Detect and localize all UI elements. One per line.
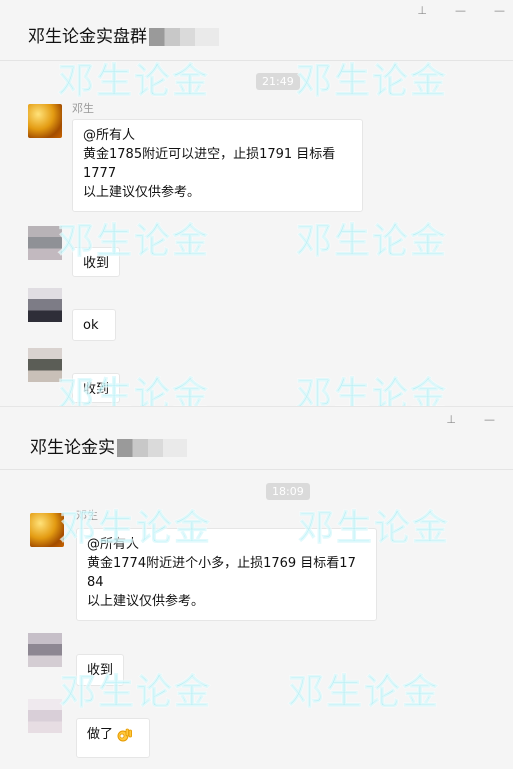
message-bubble[interactable]: 做了 bbox=[76, 718, 150, 758]
chat-title-text: 邓生论金实 bbox=[30, 438, 115, 458]
sender-name: 邓生 bbox=[72, 102, 94, 115]
message-bubble[interactable]: @所有人 黄金1785附近可以进空，止损1791 目标看 1777 以上建议仅供… bbox=[72, 119, 363, 212]
pin-icon[interactable]: ⊥ bbox=[446, 413, 456, 426]
message-text: 收到 bbox=[83, 256, 110, 271]
watermark: 邓生论金 bbox=[287, 672, 441, 714]
blurred-title-area bbox=[117, 439, 187, 457]
chat-header: 邓生论金实 ⊥ — bbox=[0, 407, 513, 470]
timestamp: 21:49 bbox=[256, 73, 300, 90]
avatar-blurred[interactable] bbox=[28, 633, 62, 667]
avatar-blurred[interactable] bbox=[28, 699, 62, 733]
close-icon[interactable]: — bbox=[494, 4, 505, 17]
minimize-icon[interactable]: — bbox=[455, 4, 466, 17]
minimize-icon[interactable]: — bbox=[484, 413, 495, 426]
blurred-title-area bbox=[149, 28, 219, 46]
watermark: 邓生论金 bbox=[295, 375, 449, 407]
chat-title: 邓生论金实盘群 bbox=[28, 22, 219, 47]
avatar-gold[interactable] bbox=[28, 104, 62, 138]
message-line: @所有人 bbox=[83, 128, 136, 143]
message-text: 做了 bbox=[87, 727, 114, 742]
message-line: 以上建议仅供参考。 bbox=[87, 594, 205, 609]
window-controls: ⊥ — bbox=[446, 413, 495, 426]
ok-hand-icon bbox=[117, 728, 133, 741]
message-text: 收到 bbox=[83, 382, 110, 397]
message-bubble[interactable]: @所有人 黄金1774附近进个小多，止损1769 目标看17 84 以上建议仅供… bbox=[76, 528, 377, 621]
chat-window-2: 邓生论金实 ⊥ — 18:09 邓生 @所有人 黄金1774附近进个小多，止损1… bbox=[0, 406, 513, 769]
message-bubble[interactable]: 收到 bbox=[72, 373, 120, 403]
avatar-blurred[interactable] bbox=[28, 348, 62, 382]
message-line: 以上建议仅供参考。 bbox=[83, 185, 201, 200]
message-line: 84 bbox=[87, 575, 104, 590]
chat-title-text: 邓生论金实盘群 bbox=[28, 27, 147, 47]
pin-icon[interactable]: ⊥ bbox=[417, 4, 427, 17]
chat-header: 邓生论金实盘群 ⊥ — — bbox=[0, 0, 513, 61]
chat-window-1: 邓生论金实盘群 ⊥ — — 21:49 邓生 @所有人 黄金1785附近可以进空… bbox=[0, 0, 513, 406]
watermark: 邓生论金 bbox=[295, 221, 449, 263]
avatar-gold[interactable] bbox=[30, 513, 64, 547]
message-line: 1777 bbox=[83, 166, 117, 181]
chat-title: 邓生论金实 bbox=[30, 433, 187, 458]
message-text: 收到 bbox=[87, 663, 114, 678]
message-bubble[interactable]: 收到 bbox=[76, 654, 124, 686]
message-line: 黄金1785附近可以进空，止损1791 目标看 bbox=[83, 147, 336, 162]
avatar-blurred[interactable] bbox=[28, 288, 62, 322]
timestamp: 18:09 bbox=[266, 483, 310, 500]
message-line: 黄金1774附近进个小多，止损1769 目标看17 bbox=[87, 556, 356, 571]
message-text: ok bbox=[83, 318, 99, 333]
message-bubble[interactable]: 收到 bbox=[72, 247, 120, 277]
message-line: @所有人 bbox=[87, 537, 140, 552]
message-bubble[interactable]: ok bbox=[72, 309, 116, 341]
sender-name: 邓生 bbox=[76, 509, 98, 522]
avatar-blurred[interactable] bbox=[28, 226, 62, 260]
window-controls: ⊥ — — bbox=[417, 4, 505, 17]
